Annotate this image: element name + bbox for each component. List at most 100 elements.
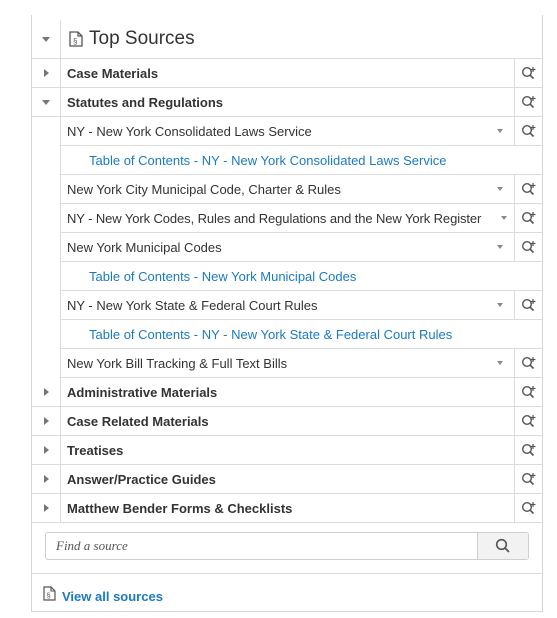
chevron-right-icon [43,417,49,425]
toc-link[interactable]: Table of Contents - NY - New York State … [61,327,542,342]
chevron-right-icon [43,475,49,483]
find-source-input[interactable] [46,533,477,559]
source-label[interactable]: New York City Municipal Code, Charter & … [61,182,492,197]
chevron-right-icon [43,69,49,77]
search-plus-icon [521,414,535,428]
search-plus-icon [521,240,535,254]
search-plus-button[interactable] [514,175,542,203]
search-plus-button[interactable] [514,378,542,406]
search-plus-icon [521,124,535,138]
search-plus-icon [521,298,535,312]
search-plus-button[interactable] [514,465,542,493]
caret-down-icon [497,303,503,307]
search-plus-button[interactable] [514,436,542,464]
category-row-answer-practice[interactable]: Answer/Practice Guides [32,465,542,494]
search-plus-icon [521,472,535,486]
search-plus-button[interactable] [514,88,542,116]
category-label[interactable]: Matthew Bender Forms & Checklists [61,501,514,516]
source-row[interactable]: NY - New York Codes, Rules and Regulatio… [61,204,542,233]
source-row[interactable]: NY - New York Consolidated Laws Service [61,117,542,146]
source-label[interactable]: NY - New York Consolidated Laws Service [61,124,492,139]
caret-down-icon [501,216,507,220]
svg-text:§: § [73,37,77,46]
toc-link-row[interactable]: Table of Contents - NY - New York Consol… [61,146,542,175]
search-plus-icon [521,95,535,109]
search-plus-icon [521,66,535,80]
search-plus-button[interactable] [514,117,542,145]
category-row-case-materials[interactable]: Case Materials [32,59,542,88]
search-plus-icon [521,211,535,225]
dropdown-toggle[interactable] [492,245,508,249]
expand-toggle[interactable] [32,494,61,522]
source-label[interactable]: New York Municipal Codes [61,240,492,255]
search-plus-icon [521,385,535,399]
search-plus-button[interactable] [514,233,542,261]
view-all-label[interactable]: View all sources [62,589,163,604]
subrows-gutter [32,117,61,386]
category-label[interactable]: Case Related Materials [61,414,514,429]
footer-divider [32,573,542,574]
source-label[interactable]: New York Bill Tracking & Full Text Bills [61,356,492,371]
search-plus-button[interactable] [514,204,542,232]
source-label[interactable]: NY - New York State & Federal Court Rule… [61,298,492,313]
category-row-case-related[interactable]: Case Related Materials [32,407,542,436]
search-plus-icon [521,356,535,370]
search-plus-button[interactable] [514,349,542,377]
search-plus-icon [521,182,535,196]
chevron-right-icon [43,504,49,512]
toc-link-row[interactable]: Table of Contents - NY - New York State … [61,320,542,349]
panel-title: Top Sources [89,28,195,49]
svg-text:§: § [47,591,51,600]
search-plus-button[interactable] [514,494,542,522]
toc-link[interactable]: Table of Contents - New York Municipal C… [61,269,542,284]
search-icon [495,538,510,553]
category-row-statutes[interactable]: Statutes and Regulations [32,88,542,117]
dropdown-toggle[interactable] [492,129,508,133]
category-row-treatises[interactable]: Treatises [32,436,542,465]
category-label[interactable]: Administrative Materials [61,385,514,400]
source-label[interactable]: NY - New York Codes, Rules and Regulatio… [61,211,496,226]
category-label[interactable]: Answer/Practice Guides [61,472,514,487]
search-plus-icon [521,443,535,457]
dropdown-toggle[interactable] [492,187,508,191]
collapse-toggle[interactable] [32,20,61,58]
expand-toggle[interactable] [32,378,61,406]
caret-down-icon [497,187,503,191]
find-source-button[interactable] [477,533,528,559]
chevron-right-icon [43,388,49,396]
category-row-administrative[interactable]: Administrative Materials [32,378,542,407]
collapse-toggle[interactable] [32,88,61,116]
category-label[interactable]: Statutes and Regulations [61,95,514,110]
chevron-right-icon [43,446,49,454]
dropdown-toggle[interactable] [492,303,508,307]
category-row-forms-checklists[interactable]: Matthew Bender Forms & Checklists [32,494,542,523]
top-sources-panel: § Top Sources Case Materials Statutes an… [31,15,543,612]
find-source-box [45,532,529,560]
source-row[interactable]: New York City Municipal Code, Charter & … [61,175,542,204]
category-label[interactable]: Treatises [61,443,514,458]
search-plus-icon [521,501,535,515]
dropdown-toggle[interactable] [496,216,512,220]
search-plus-button[interactable] [514,407,542,435]
caret-down-icon [497,361,503,365]
source-row[interactable]: New York Bill Tracking & Full Text Bills [61,349,542,378]
caret-down-icon [497,129,503,133]
chevron-down-icon [42,36,50,42]
search-plus-button[interactable] [514,59,542,87]
document-icon: § [69,31,83,47]
toc-link[interactable]: Table of Contents - NY - New York Consol… [61,153,542,168]
category-label[interactable]: Case Materials [61,66,514,81]
search-plus-button[interactable] [514,291,542,319]
expand-toggle[interactable] [32,465,61,493]
source-row[interactable]: NY - New York State & Federal Court Rule… [61,291,542,320]
expand-toggle[interactable] [32,59,61,87]
toc-link-row[interactable]: Table of Contents - New York Municipal C… [61,262,542,291]
expand-toggle[interactable] [32,436,61,464]
panel-header: § Top Sources [32,20,542,59]
chevron-down-icon [42,99,50,105]
expand-toggle[interactable] [32,407,61,435]
dropdown-toggle[interactable] [492,361,508,365]
view-all-sources-link[interactable]: § View all sources [43,586,163,606]
document-icon: § [43,586,56,606]
source-row[interactable]: New York Municipal Codes [61,233,542,262]
